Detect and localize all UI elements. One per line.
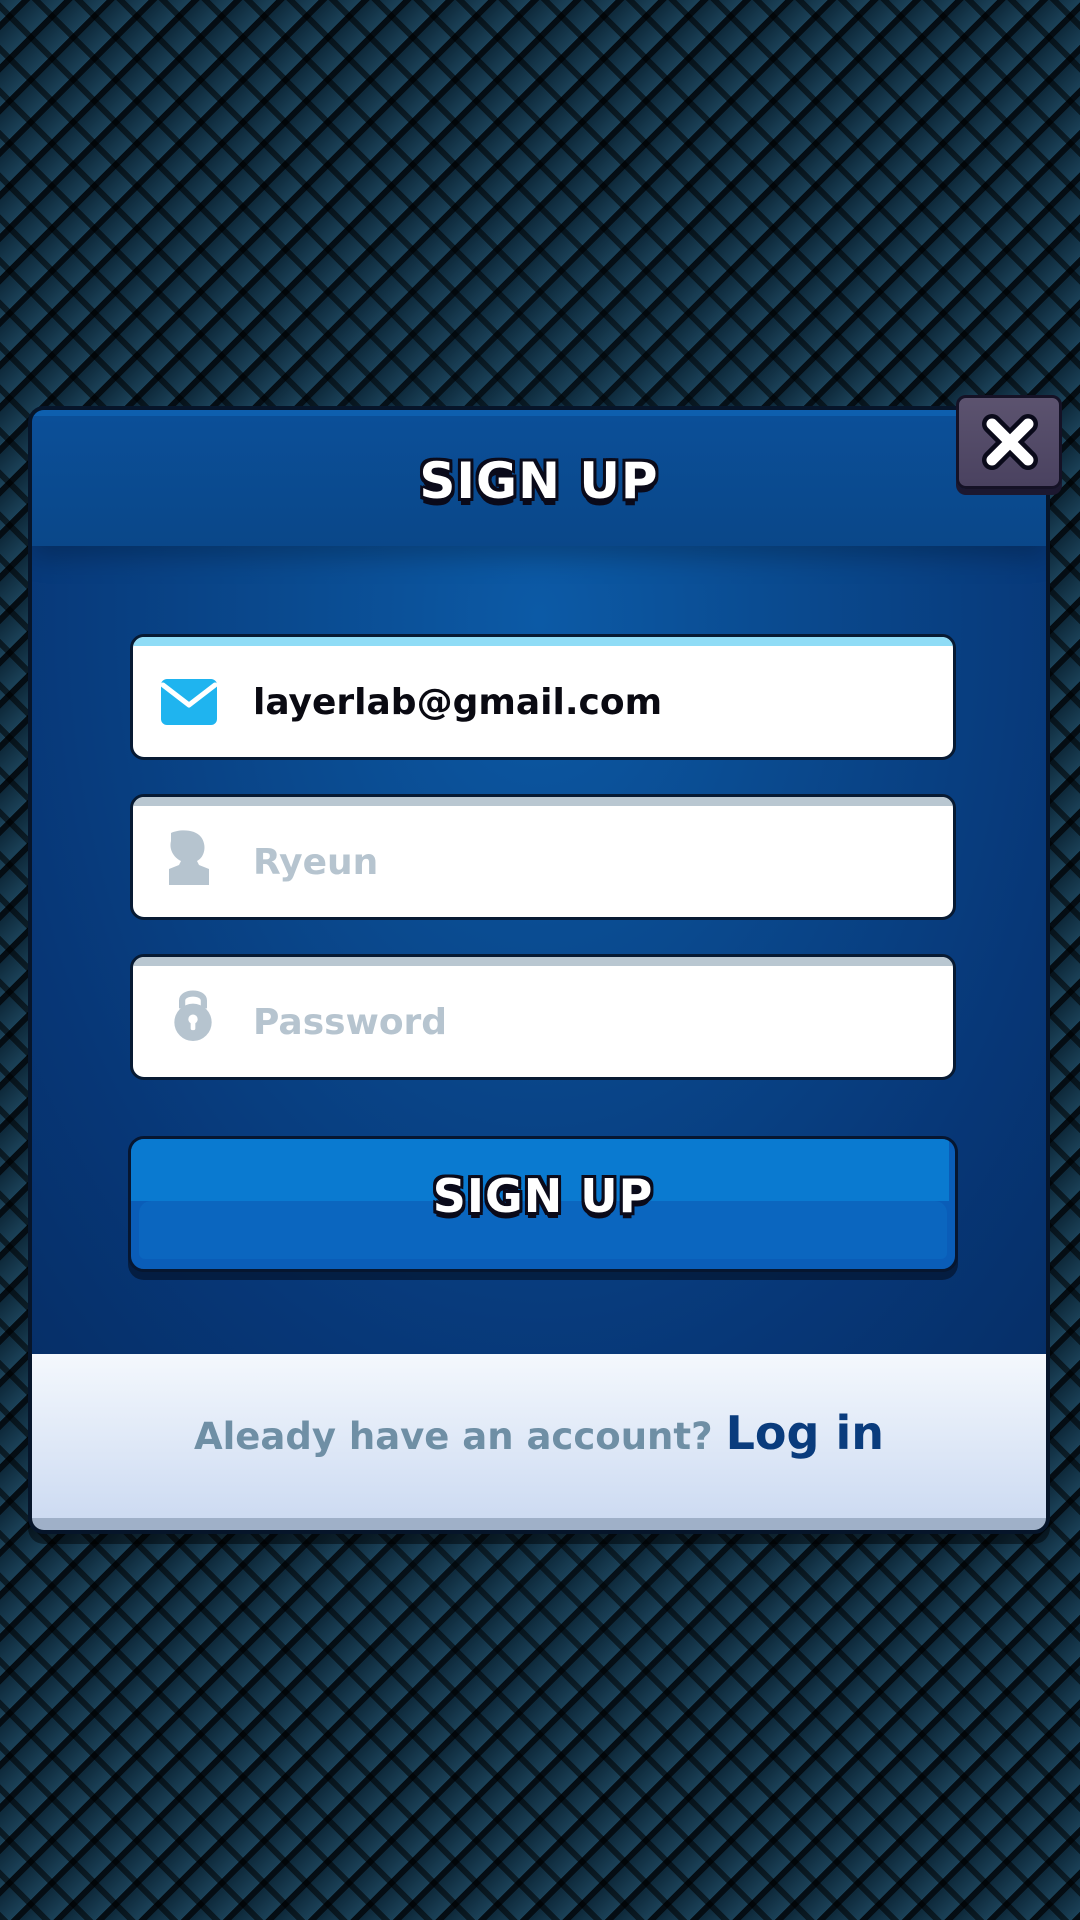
dialog-title: SIGN UP bbox=[419, 452, 659, 510]
password-field[interactable]: Password bbox=[130, 954, 956, 1080]
signup-button[interactable]: SIGN UP bbox=[128, 1136, 958, 1272]
username-field[interactable]: Ryeun bbox=[130, 794, 956, 920]
close-button[interactable] bbox=[956, 395, 1062, 489]
dialog-body: SIGN UP layerlab@gmail.com Ryeun Passwor… bbox=[32, 410, 1046, 1354]
close-icon bbox=[982, 414, 1038, 470]
email-value: layerlab@gmail.com bbox=[253, 682, 663, 723]
account-question: Aleady have an account? bbox=[193, 1415, 713, 1458]
dialog-footer: Aleady have an account? Log in bbox=[32, 1354, 1046, 1530]
user-icon bbox=[169, 830, 209, 885]
login-link[interactable]: Log in bbox=[726, 1406, 884, 1460]
envelope-icon bbox=[161, 679, 217, 725]
dialog-header: SIGN UP bbox=[32, 410, 1046, 546]
login-prompt: Aleady have an account? Log in bbox=[32, 1406, 1046, 1460]
password-placeholder: Password bbox=[253, 1002, 448, 1043]
username-placeholder: Ryeun bbox=[253, 842, 379, 883]
signup-dialog: SIGN UP layerlab@gmail.com Ryeun Passwor… bbox=[28, 406, 1050, 1534]
email-field[interactable]: layerlab@gmail.com bbox=[130, 634, 956, 760]
signup-button-label: SIGN UP bbox=[432, 1169, 654, 1223]
lock-icon bbox=[174, 990, 212, 1041]
